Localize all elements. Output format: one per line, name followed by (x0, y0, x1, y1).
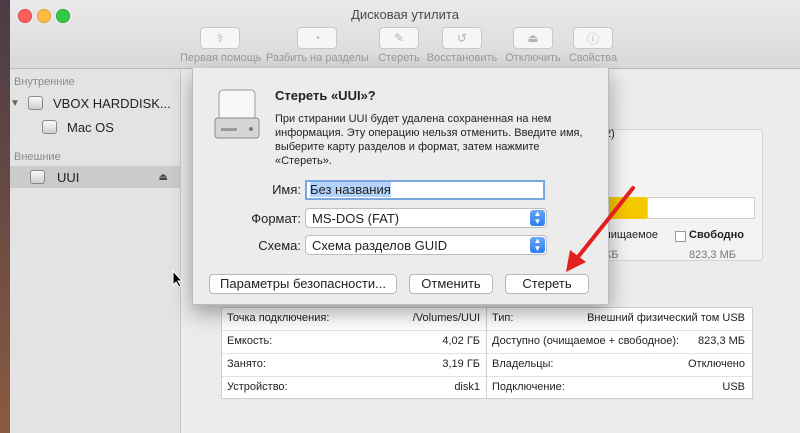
drive-icon (214, 89, 260, 139)
scheme-select-value: Схема разделов GUID (312, 238, 448, 253)
desktop-background (0, 0, 10, 433)
name-input-value: Без названия (310, 182, 391, 197)
toolbar-first-aid[interactable]: ⚕ Первая помощь (180, 27, 262, 64)
toolbar-label: Разбить на разделы (266, 52, 369, 64)
legend-free-swatch (675, 231, 686, 242)
info-key: Тип: (492, 312, 514, 324)
sidebar-item-label: Mac OS (67, 119, 114, 135)
erase-button[interactable]: Стереть (505, 274, 589, 294)
partition-icon: ◔ (297, 27, 337, 49)
table-row: Устройство: disk1 (222, 377, 486, 399)
format-select-value: MS-DOS (FAT) (312, 211, 400, 226)
volume-info-table: Точка подключения: /Volumes/UUI Емкость: 4… (221, 307, 753, 399)
legend-free-label: Свободно (689, 229, 744, 241)
hard-disk-icon (28, 96, 43, 110)
info-key: Устройство: (227, 381, 288, 393)
chevron-updown-icon: ▲ ▼ (530, 237, 545, 253)
format-label: Формат: (251, 211, 301, 226)
table-row: Подключение: USB (487, 377, 751, 399)
usage-bar-free (647, 197, 755, 219)
info-value: 4,02 ГБ (442, 335, 480, 347)
toolbar-unmount[interactable]: ⏏ Отключить (502, 27, 564, 64)
usage-bar-used (605, 197, 647, 219)
table-row: Занято: 3,19 ГБ (222, 354, 486, 377)
erase-icon: ✎ (379, 27, 419, 49)
sidebar-header-external: Внешние (14, 151, 61, 163)
titlebar: Дисковая утилита ⚕ Первая помощь ◔ Разби… (10, 0, 800, 69)
toolbar-erase[interactable]: ✎ Стереть (374, 27, 424, 64)
chevron-updown-icon: ▲ ▼ (530, 210, 545, 226)
toolbar-label: Свойства (568, 52, 618, 64)
scheme-label: Схема: (258, 238, 301, 253)
info-column-left: Точка подключения: /Volumes/UUI Емкость: 4… (222, 308, 486, 399)
stethoscope-icon: ⚕ (200, 27, 240, 49)
volume-icon (42, 120, 57, 134)
toolbar-restore[interactable]: ↺ Восстановить (424, 27, 500, 64)
info-key: Занято: (227, 358, 266, 370)
info-value: USB (722, 381, 745, 393)
info-key: Владельцы: (492, 358, 554, 370)
info-value: 823,3 МБ (698, 335, 745, 347)
toolbar-label: Восстановить (426, 52, 498, 64)
security-options-button[interactable]: Параметры безопасности... (209, 274, 397, 294)
cancel-button[interactable]: Отменить (409, 274, 493, 294)
info-value: 3,19 ГБ (442, 358, 480, 370)
toolbar-info[interactable]: ⓘ Свойства (566, 27, 620, 64)
info-value: disk1 (454, 381, 480, 393)
toolbar-label: Отключить (505, 52, 561, 64)
legend-free-value: 823,3 МБ (689, 249, 736, 261)
info-key: Доступно (очищаемое + свободное): (492, 335, 680, 347)
erase-dialog: Стереть «UUI»? При стирании UUI будет уд… (192, 68, 609, 305)
dialog-message: При стирании UUI будет удалена сохраненн… (275, 113, 583, 167)
window-title: Дисковая утилита (351, 7, 459, 22)
info-value: Внешний физический том USB (587, 312, 745, 324)
dialog-title: Стереть «UUI»? (275, 88, 376, 103)
legend-purgeable-label: чищаемое (605, 229, 658, 241)
toolbar-label: Стереть (378, 52, 420, 64)
sidebar-item-label: VBOX HARDDISK... (53, 95, 171, 111)
sidebar-item-external-disk[interactable]: UUI ⏏ (10, 166, 180, 188)
format-select[interactable]: MS-DOS (FAT) ▲ ▼ (305, 208, 547, 228)
sidebar-header-internal: Внутренние (14, 76, 75, 88)
table-row: Владельцы: Отключено (487, 354, 751, 377)
info-key: Точка подключения: (227, 312, 330, 324)
table-row: Доступно (очищаемое + свободное): 823,3 М… (487, 331, 751, 354)
name-label: Имя: (272, 182, 301, 197)
info-icon: ⓘ (573, 27, 613, 49)
sidebar: Внутренние ▼ VBOX HARDDISK... Mac OS Вне… (10, 69, 181, 433)
toolbar-label: Первая помощь (180, 52, 262, 64)
table-row: Тип: Внешний физический том USB (487, 308, 751, 331)
eject-icon[interactable]: ⏏ (159, 172, 168, 183)
restore-icon: ↺ (442, 27, 482, 49)
toolbar-partition[interactable]: ◔ Разбить на разделы (266, 27, 369, 64)
table-row: Точка подключения: /Volumes/UUI (222, 308, 486, 331)
info-column-right: Тип: Внешний физический том USB Доступно … (487, 308, 751, 399)
sidebar-item-internal-disk[interactable]: ▼ VBOX HARDDISK... (10, 92, 180, 114)
scheme-select[interactable]: Схема разделов GUID ▲ ▼ (305, 235, 547, 255)
sidebar-item-internal-volume[interactable]: Mac OS (10, 116, 180, 138)
sidebar-item-label: UUI (57, 169, 80, 185)
info-value: /Volumes/UUI (412, 312, 480, 324)
info-key: Подключение: (492, 381, 565, 393)
external-disk-icon (30, 170, 45, 184)
unmount-icon: ⏏ (513, 27, 553, 49)
table-row: Емкость: 4,02 ГБ (222, 331, 486, 354)
info-key: Емкость: (227, 335, 273, 347)
info-value: Отключено (688, 358, 745, 370)
name-input[interactable]: Без названия (305, 180, 545, 200)
mouse-cursor-icon (172, 270, 184, 288)
disclosure-triangle-icon[interactable]: ▼ (10, 98, 26, 109)
